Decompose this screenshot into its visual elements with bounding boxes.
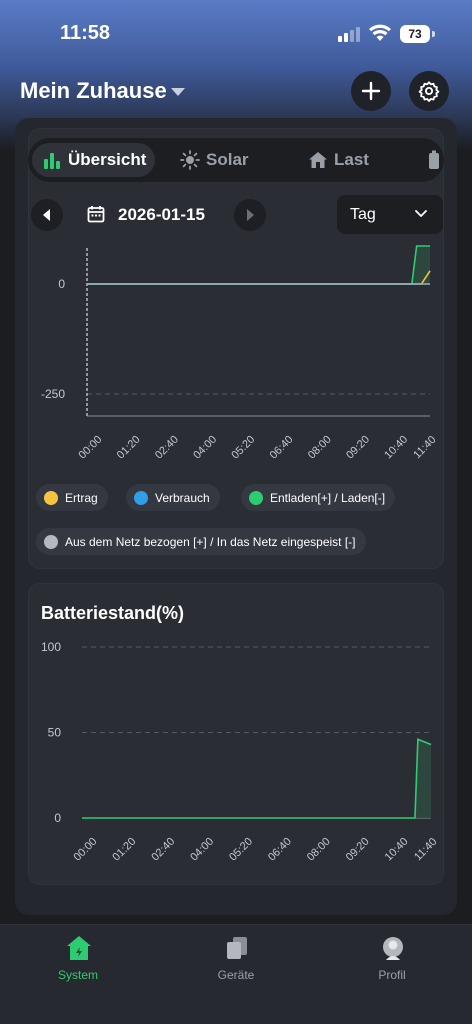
tab-solar[interactable]: Solar — [180, 143, 270, 177]
legend-yield-swatch — [44, 490, 58, 505]
x-tick-label: 00:00 — [77, 434, 105, 462]
selected-date[interactable]: 2026-01-15 — [118, 205, 205, 225]
chevron-right-icon — [247, 209, 254, 221]
x-tick-label: 11:40 — [412, 836, 439, 863]
x-tick-label: 10:40 — [382, 434, 410, 462]
tab-solar-label: Solar — [206, 150, 249, 169]
house-icon — [67, 936, 91, 960]
gear-icon — [418, 81, 440, 102]
x-tick-label: 00:00 — [72, 836, 100, 864]
x-tick-label: 04:00 — [191, 434, 219, 462]
battery-chart: 100 50 0 00:00 01:20 02:40 04:00 05:20 06:40 08:0… — [41, 640, 440, 864]
tab-overview[interactable]: Übersicht — [32, 143, 155, 177]
x-tick-label: 02:40 — [153, 434, 181, 462]
devices-icon — [227, 937, 247, 959]
x-tick-label: 04:00 — [188, 836, 216, 864]
settings-button[interactable] — [409, 71, 449, 111]
x-tick-label: 06:40 — [268, 434, 296, 462]
battery-tip — [432, 31, 435, 37]
sun-icon — [180, 150, 200, 170]
battery-icon — [429, 150, 439, 169]
x-tick-label: 06:40 — [266, 836, 294, 864]
legend-yield[interactable]: Ertrag — [36, 484, 108, 511]
battery-line — [82, 738, 432, 819]
x-tick-label: 11:40 — [411, 434, 438, 461]
tab-overview-label: Übersicht — [68, 150, 147, 169]
tab-battery[interactable] — [428, 143, 444, 177]
x-tick-label: 05:20 — [229, 434, 257, 462]
y-tick-label: 100 — [41, 640, 61, 654]
legend-battery-flow-swatch — [249, 490, 263, 505]
y-tick-label: 0 — [54, 811, 61, 825]
calendar-icon[interactable] — [87, 205, 105, 223]
chevron-down-icon — [415, 210, 427, 217]
x-tick-label: 01:20 — [115, 434, 143, 462]
legend-battery-flow-label: Entladen[+] / Laden[-] — [270, 490, 386, 505]
x-tick-label: 08:00 — [305, 836, 333, 864]
bar-chart-icon — [44, 153, 60, 169]
legend-grid-swatch — [44, 534, 58, 549]
x-tick-label: 02:40 — [149, 836, 177, 864]
cellular-signal-icon — [338, 26, 362, 42]
legend-consumption-label: Verbrauch — [155, 490, 210, 505]
tabbar-profile-label: Profil — [378, 968, 406, 982]
y-tick-label: 50 — [48, 726, 62, 740]
x-tick-label: 09:20 — [344, 434, 372, 462]
tabbar-devices-label: Geräte — [217, 968, 255, 982]
tab-load[interactable]: Last — [308, 143, 388, 177]
legend-consumption[interactable]: Verbrauch — [126, 484, 220, 511]
home-selector-title[interactable]: Mein Zuhause — [20, 78, 167, 104]
period-select[interactable]: Tag — [337, 195, 443, 234]
battery-chart-title: Batteriestand(%) — [41, 603, 185, 623]
tab-load-label: Last — [334, 150, 369, 169]
bottom-tab-bar: System Geräte Profil — [0, 924, 472, 1024]
tabbar-system-label: System — [57, 968, 98, 982]
legend-yield-label: Ertrag — [65, 490, 98, 505]
series-line — [87, 245, 430, 285]
legend-consumption-swatch — [134, 490, 148, 505]
status-bar: 11:58 73 — [0, 0, 472, 60]
y-tick-label: -250 — [41, 387, 65, 401]
x-tick-label: 01:20 — [110, 836, 138, 864]
series-line — [87, 270, 431, 285]
legend-grid-label: Aus dem Netz bezogen [+] / In das Netz e… — [65, 534, 356, 549]
series-area — [87, 246, 430, 284]
legend-battery-flow[interactable]: Entladen[+] / Laden[-] — [241, 484, 396, 511]
y-tick-label: 0 — [58, 277, 65, 291]
energy-chart: 0 -250 00:00 01:20 02:40 04:00 05:20 06:40 08:00… — [41, 245, 439, 462]
previous-day-button[interactable] — [31, 199, 63, 231]
chevron-down-icon[interactable] — [171, 88, 185, 96]
x-tick-label: 09:20 — [344, 836, 372, 864]
period-select-value: Tag — [350, 206, 376, 223]
house-icon — [309, 152, 327, 168]
wifi-icon — [369, 24, 391, 41]
next-day-button[interactable] — [234, 199, 266, 231]
status-time: 11:58 — [60, 22, 111, 44]
profile-icon — [383, 937, 403, 960]
legend-grid[interactable]: Aus dem Netz bezogen [+] / In das Netz e… — [36, 528, 366, 555]
x-tick-label: 05:20 — [227, 836, 255, 864]
plus-icon — [361, 81, 381, 101]
chevron-left-icon — [43, 209, 50, 221]
x-tick-label: 08:00 — [306, 434, 334, 462]
x-tick-label: 10:40 — [383, 836, 411, 864]
add-button[interactable] — [351, 71, 391, 111]
battery-indicator: 73 — [400, 25, 430, 43]
category-tabs: Übersicht Solar Last — [28, 138, 444, 182]
